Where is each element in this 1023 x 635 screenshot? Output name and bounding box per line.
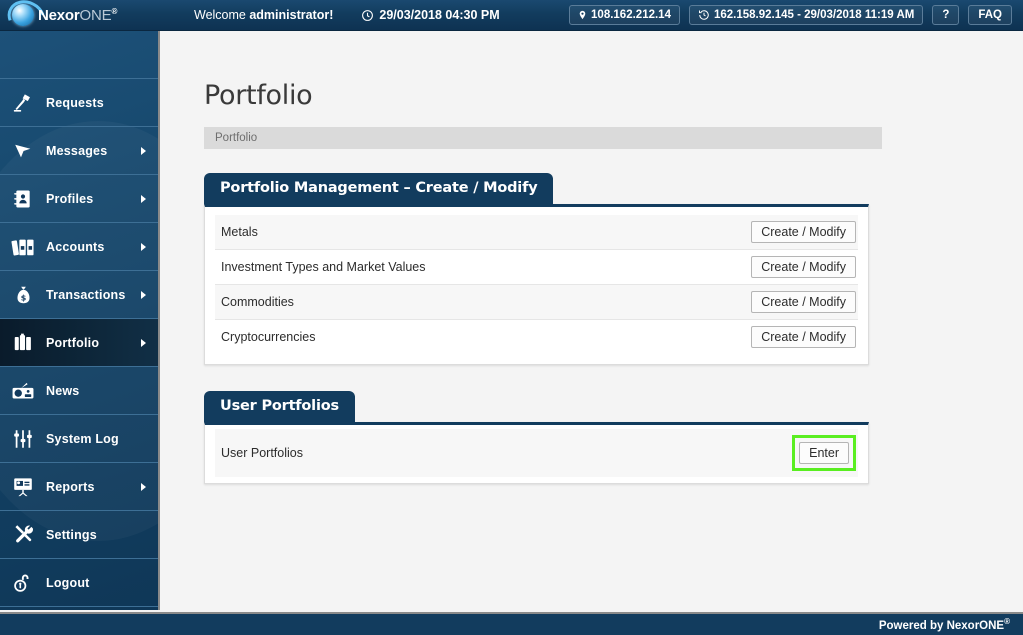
faq-button[interactable]: FAQ — [968, 5, 1012, 25]
create-modify-button-commodities[interactable]: Create / Modify — [751, 291, 856, 313]
sidebar-item-label: Logout — [46, 575, 90, 590]
logo-registered-mark: ® — [111, 6, 118, 16]
logo-wordmark: NexorONE® — [38, 6, 118, 24]
table-row: Cryptocurrencies Create / Modify — [215, 320, 858, 355]
sliders-icon — [0, 428, 46, 450]
portfolio-management-tab-title: Portfolio Management – Create / Modify — [204, 173, 554, 204]
radio-icon — [0, 380, 46, 402]
user-portfolios-panel-body: User Portfolios Enter — [204, 422, 869, 484]
sidebar-item-label: Transactions — [46, 287, 126, 302]
sidebar-item-label: Settings — [46, 527, 97, 542]
welcome-prefix: Welcome — [194, 8, 250, 22]
enter-button-highlight: Enter — [792, 435, 856, 471]
chevron-right-icon — [141, 242, 146, 251]
chevron-right-icon — [141, 290, 146, 299]
current-ip-text: 108.162.212.14 — [591, 9, 671, 21]
footer-bar: Powered by NexorONE® — [0, 612, 1023, 635]
portfolio-management-panel: Portfolio Management – Create / Modify M… — [204, 173, 869, 365]
clock-icon — [361, 9, 374, 22]
create-modify-button-cryptocurrencies[interactable]: Create / Modify — [751, 326, 856, 348]
desk-lamp-icon — [0, 92, 46, 114]
welcome-message: Welcome administrator! — [194, 8, 333, 22]
portfolio-management-panel-body: Metals Create / Modify Investment Types … — [204, 204, 869, 365]
tools-icon — [0, 524, 46, 546]
last-login-badge: 162.158.92.145 - 29/03/2018 11:19 AM — [688, 5, 924, 25]
create-modify-button-metals[interactable]: Create / Modify — [751, 221, 856, 243]
row-label: Investment Types and Market Values — [221, 260, 426, 274]
location-pin-icon — [578, 9, 587, 21]
table-row: Metals Create / Modify — [215, 215, 858, 250]
user-portfolios-tab-title: User Portfolios — [204, 391, 355, 422]
row-label: Metals — [221, 225, 258, 239]
sidebar-item-label: Reports — [46, 479, 95, 494]
header-right-group: 108.162.212.14 162.158.92.145 - 29/03/20… — [569, 5, 1023, 25]
user-portfolios-table: User Portfolios Enter — [215, 429, 858, 477]
footer-powered-by: Powered by NexorONE® — [879, 617, 1023, 632]
sidebar-item-reports[interactable]: Reports — [0, 463, 158, 511]
sidebar-item-news[interactable]: News — [0, 367, 158, 415]
sidebar-item-label: System Log — [46, 431, 119, 446]
row-label: User Portfolios — [221, 446, 303, 460]
sidebar-item-label: Messages — [46, 143, 108, 158]
chevron-right-icon — [141, 338, 146, 347]
app-logo[interactable]: NexorONE® — [0, 0, 170, 31]
sidebar-item-requests[interactable]: Requests — [0, 79, 158, 127]
footer-registered-mark: ® — [1004, 617, 1010, 627]
sidebar-item-label: Portfolio — [46, 335, 100, 350]
sidebar-nav: Requests Messages Profiles Accounts $ Tr… — [0, 31, 160, 610]
presentation-icon — [0, 476, 46, 498]
address-book-icon — [0, 188, 46, 210]
sidebar-item-label: Profiles — [46, 191, 94, 206]
page-title: Portfolio — [204, 80, 313, 111]
sidebar-item-portfolio[interactable]: Portfolio — [0, 319, 158, 367]
nexorone-orb-icon — [12, 4, 34, 26]
sidebar-item-label: Requests — [46, 95, 104, 110]
breadcrumb-item: Portfolio — [215, 132, 258, 144]
help-button[interactable]: ? — [932, 5, 960, 25]
logo-one-text: ONE — [79, 6, 112, 24]
table-row: User Portfolios Enter — [215, 429, 858, 477]
binders-icon — [0, 236, 46, 258]
sidebar-item-transactions[interactable]: $ Transactions — [0, 271, 158, 319]
history-clock-icon — [698, 9, 710, 21]
logo-nexor-text: Nexor — [38, 6, 80, 24]
footer-powered-by-text: Powered by NexorONE — [878, 619, 1005, 632]
cursor-arrow-icon — [0, 140, 46, 162]
sidebar-item-label: Accounts — [46, 239, 105, 254]
money-bag-icon: $ — [0, 284, 46, 306]
sidebar-item-messages[interactable]: Messages — [0, 127, 158, 175]
header-datetime: 29/03/2018 04:30 PM — [361, 8, 500, 22]
sidebar-top-spacer — [0, 31, 158, 79]
svg-text:$: $ — [20, 293, 26, 302]
header-datetime-text: 29/03/2018 04:30 PM — [379, 8, 500, 22]
welcome-username: administrator! — [249, 8, 334, 22]
chevron-right-icon — [141, 194, 146, 203]
unlocked-padlock-icon — [0, 572, 46, 594]
table-row: Investment Types and Market Values Creat… — [215, 250, 858, 285]
sidebar-item-settings[interactable]: Settings — [0, 511, 158, 559]
row-label: Commodities — [221, 295, 294, 309]
last-login-text: 162.158.92.145 - 29/03/2018 11:19 AM — [713, 9, 915, 21]
sidebar-item-label: News — [46, 383, 80, 398]
sidebar-item-logout[interactable]: Logout — [0, 559, 158, 607]
create-modify-button-investment-types[interactable]: Create / Modify — [751, 256, 856, 278]
portfolio-management-table: Metals Create / Modify Investment Types … — [215, 215, 858, 354]
main-content: Portfolio Portfolio Portfolio Management… — [162, 31, 1023, 612]
briefcase-icon — [0, 332, 46, 354]
row-label: Cryptocurrencies — [221, 330, 316, 344]
user-portfolios-panel: User Portfolios User Portfolios Enter — [204, 391, 869, 484]
sidebar-item-profiles[interactable]: Profiles — [0, 175, 158, 223]
sidebar-item-accounts[interactable]: Accounts — [0, 223, 158, 271]
breadcrumb: Portfolio — [204, 127, 882, 149]
chevron-right-icon — [141, 482, 146, 491]
sidebar-item-system-log[interactable]: System Log — [0, 415, 158, 463]
enter-button-user-portfolios[interactable]: Enter — [799, 442, 849, 464]
chevron-right-icon — [141, 146, 146, 155]
top-header: NexorONE® Welcome administrator! 29/03/2… — [0, 0, 1023, 31]
table-row: Commodities Create / Modify — [215, 284, 858, 320]
current-ip-badge: 108.162.212.14 — [569, 5, 680, 25]
